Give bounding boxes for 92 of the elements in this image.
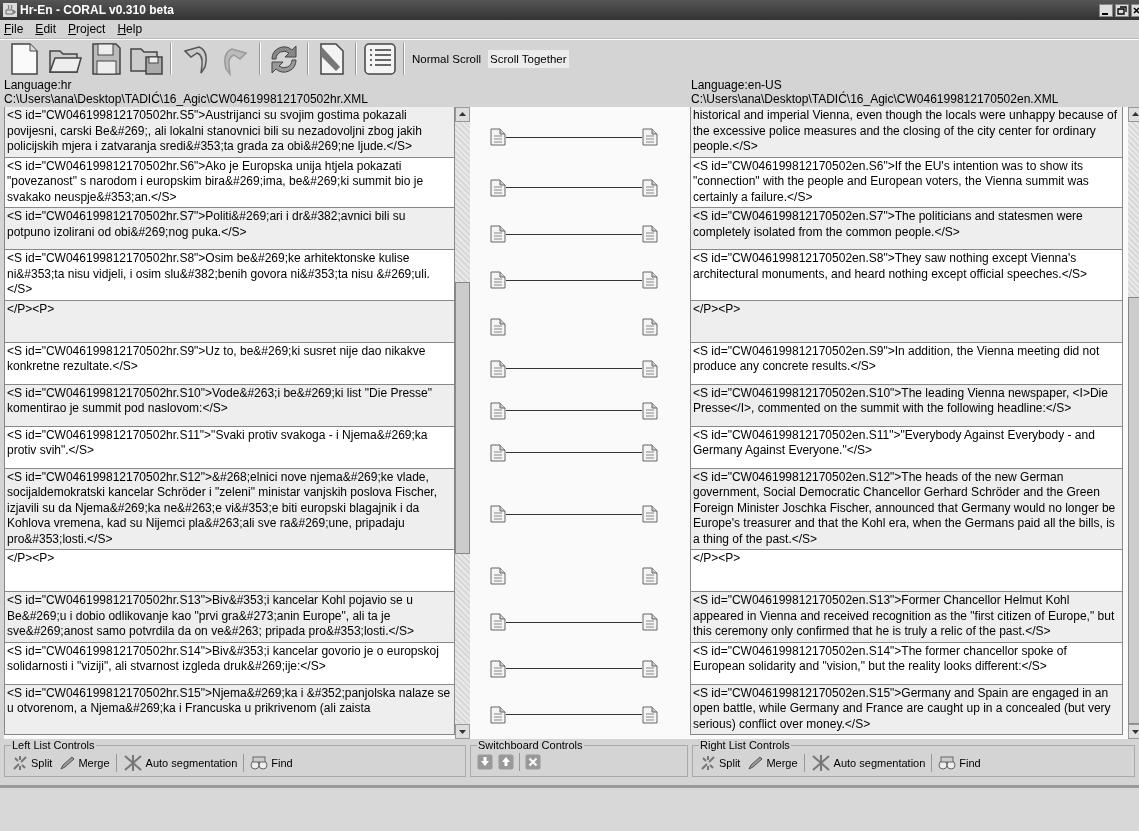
document-icon[interactable] — [642, 178, 658, 197]
document-icon[interactable] — [490, 505, 506, 524]
segment-cell[interactable]: </P><P> — [690, 300, 1123, 343]
scroll-down-icon[interactable] — [455, 724, 470, 739]
segment-cell[interactable]: <S id="CW046199812170502hr.S12">&#268;elnici nove njema&#269;ke vlade, socijaldemokratski kancelar Schröder i "zeleni" ministar vanjskih poslova Fischer, izjavili su da Njema&#269;ka ne&#263;e vi&#353;e biti europski blagajnik i da Kohlova vremena, kad su Nijemci pla&#263;ali sve ra&#269;une, pripadaju pro&#353;losti.</S> — [4, 468, 455, 550]
group-title: Switchboard Controls — [477, 739, 584, 751]
file-path: C:\Users\ana\Desktop\TADIĆ\16_Agic\CW046199812170502en.XML — [691, 92, 1059, 106]
menu-item[interactable]: Help — [117, 22, 143, 36]
document-icon[interactable] — [490, 613, 506, 632]
control-button[interactable]: Find — [249, 754, 294, 772]
segment-cell[interactable]: <S id="CW046199812170502hr.S9">Uz to, be&#269;ki susret nije dao nikakve konkretne rezultate.</S> — [4, 342, 455, 385]
segment-cell[interactable]: <S id="CW046199812170502en.S6">If the EU's intention was to show its "connection" with the people and European voters, the Vienna summit was certainly a failure.</S> — [690, 157, 1123, 208]
segment-cell[interactable]: <S id="CW046199812170502en.S10">The leading Vienna newspaper, <I>Die Presse</I>, commented on the summit with the following headline:</S> — [690, 384, 1123, 427]
segment-cell[interactable]: <S id="CW046199812170502hr.S5">Austrijanci su svojim gostima pokazali povijesni, carski Be&#269;, ali lokalni stanovnici bili su nezadovoljni zbog jakih policijskih mjera i zatvaranja sredi&#353;ta grada za obi&#269;ne ljude.</S> — [4, 107, 455, 158]
segment-cell[interactable]: <S id="CW046199812170502en.S14">The former chancellor spoke of European solidarity and "vision," but the reality looks different:</S> — [690, 642, 1123, 685]
document-icon[interactable] — [490, 178, 506, 197]
control-button[interactable]: Merge — [58, 754, 111, 772]
menu-item[interactable]: Edit — [35, 22, 57, 36]
scroll-mode-toggle[interactable]: Scroll Together — [488, 49, 569, 68]
split-icon — [12, 755, 28, 771]
document-icon[interactable] — [490, 567, 506, 585]
maximize-icon[interactable] — [1115, 3, 1129, 17]
segment-cell[interactable]: <S id="CW046199812170502en.S11">"Everybody Against Everybody - and Germany Against Everyone."</S> — [690, 426, 1123, 469]
document-icon[interactable] — [642, 443, 658, 462]
document-icon[interactable] — [642, 271, 658, 290]
document-icon[interactable] — [642, 128, 658, 147]
language-label: Language:en-US — [691, 78, 782, 92]
scroll-up-icon[interactable] — [455, 107, 470, 122]
document-icon[interactable] — [490, 705, 506, 724]
segment-cell[interactable]: </P><P> — [4, 550, 455, 592]
document-icon[interactable] — [490, 271, 506, 290]
window-title: Hr-En - CORAL v0.310 beta — [20, 3, 174, 17]
document-icon[interactable] — [642, 401, 658, 420]
document-icon[interactable] — [642, 705, 658, 724]
group-title: Left List Controls — [11, 739, 96, 751]
control-button[interactable]: Auto segmentation — [121, 753, 239, 773]
pencil-icon — [59, 755, 76, 771]
menu-item[interactable]: File — [4, 22, 24, 36]
document-icon[interactable] — [642, 505, 658, 524]
segment-cell[interactable]: <S id="CW046199812170502hr.S14">Biv&#353;i kancelar govorio je o europskoj solidarnosti i "viziji", ali stvarnost izgleda druk&#269;ije:</S> — [4, 642, 455, 685]
scroll-up-icon[interactable] — [1128, 107, 1139, 122]
segment-cell[interactable]: <S id="CW046199812170502en.S9">In addition, the Vienna meeting did not produce any concrete results.</S> — [690, 342, 1123, 385]
document-icon[interactable] — [490, 359, 506, 378]
segment-cell[interactable]: <S id="CW046199812170502hr.S8">Osim be&#269;ke arhitektonske kulise ni&#353;ta nisu vidjeli, i osim slu&#382;benih govora ni&#353;ta nisu &#269;uli.</S> — [4, 250, 455, 301]
segment-cell[interactable]: <S id="CW046199812170502en.S12">The heads of the new German government, Social Democratic Chancellor Gerhard Schröder and the Green Foreign Minister Joschka Fischer, announced that Germany would no longer be Europe's treasurer and that the Kohl era, when the Germans paid all the bills, is a thing of the past.</S> — [690, 468, 1123, 550]
scroll-mode-toggle[interactable]: Normal Scroll — [410, 49, 483, 68]
document-icon[interactable] — [490, 225, 506, 243]
binoculars-icon — [938, 755, 957, 771]
pencil-icon — [747, 755, 764, 771]
segment-cell[interactable]: <S id="CW046199812170502en.S13">Former Chancellor Helmut Kohl appeared in Vienna and received recognition as the "first citizen of Europe," but this ceremony only confirmed that he is truly a relic of the past.</S> — [690, 592, 1123, 643]
document-icon[interactable] — [642, 567, 658, 585]
scrollbar[interactable] — [1128, 107, 1139, 739]
segment-cell[interactable]: <S id="CW046199812170502hr.S13">Biv&#353;i kancelar Kohl pojavio se u Be&#269;u i dobio odlikovanje kao "prvi gra&#273;anin Europe", ali ta je sve&#269;anost samo potvrdila da on ve&#263; pripada pro&#353;losti.</S> — [4, 592, 455, 643]
document-icon[interactable] — [642, 317, 658, 336]
document-icon[interactable] — [642, 613, 658, 632]
scrollbar[interactable] — [455, 107, 470, 739]
segment-cell[interactable]: <S id="CW046199812170502hr.S10">Vode&#263;i be&#269;ki list "Die Presse" komentirao je summit pod naslovom:</S> — [4, 384, 455, 427]
segment-cell[interactable]: <S id="CW046199812170502hr.S15">Njema&#269;ka i &#352;panjolska nalaze se u otvorenom, a Njema&#269;ka i Francuska u prikrivenom (ali zaista — [4, 684, 455, 735]
segment-cell[interactable]: <S id="CW046199812170502hr.S11">"Svaki protiv svakoga - i Njema&#269;ka protiv svih".</S> — [4, 426, 455, 469]
document-icon[interactable] — [642, 659, 658, 678]
control-button[interactable]: Merge — [746, 754, 799, 772]
segment-cell[interactable]: <S id="CW046199812170502hr.S6">Ako je Europska unija htjela pokazati "povezanost" s narodom i europskim bira&#269;ima, be&#269;ki summit bio je svakako neuspje&#353;an.</S> — [4, 157, 455, 208]
document-icon[interactable] — [490, 443, 506, 462]
document-icon[interactable] — [490, 659, 506, 678]
close-icon[interactable] — [1131, 3, 1139, 17]
segment-cell[interactable]: <S id="CW046199812170502en.S8">They saw nothing except Vienna's architectural monuments, and heard nothing except official speeches.</S> — [690, 250, 1123, 301]
control-button[interactable]: Auto segmentation — [809, 753, 927, 773]
binoculars-icon — [250, 755, 269, 771]
segment-cell[interactable]: </P><P> — [690, 550, 1123, 592]
control-button[interactable]: Find — [937, 754, 982, 772]
control-button[interactable]: Split — [699, 754, 742, 772]
scroll-down-icon[interactable] — [1128, 724, 1139, 739]
segment-cell[interactable]: <S id="CW046199812170502en.S7">The politicians and statesmen were completely isolated from the common people.</S> — [690, 208, 1123, 250]
cup-icon — [3, 3, 17, 17]
language-label: Language:hr — [4, 78, 72, 92]
list-icon[interactable] — [362, 40, 398, 77]
document-icon[interactable] — [490, 317, 506, 336]
segment-cell[interactable]: historical and imperial Vienna, even though the locals were unhappy because of the excessive police measures and the closing of the city center for ordinary people.</S> — [690, 107, 1123, 158]
file-path: C:\Users\ana\Desktop\TADIĆ\16_Agic\CW046199812170502hr.XML — [4, 92, 369, 106]
document-icon[interactable] — [490, 128, 506, 147]
document-icon[interactable] — [642, 225, 658, 243]
document-icon[interactable] — [642, 359, 658, 378]
control-button[interactable]: Split — [11, 754, 54, 772]
remove-icon[interactable] — [525, 754, 541, 770]
segment-cell[interactable]: <S id="CW046199812170502en.S15">Germany and Spain are engaged in an open battle, while Germany and France are caught up in a concealed (but very serious) conflict over money.</S> — [690, 684, 1123, 735]
group-title: Right List Controls — [699, 739, 791, 751]
segment-cell[interactable]: </P><P> — [4, 300, 455, 343]
menu-item[interactable]: Project — [68, 22, 106, 36]
minimize-icon[interactable] — [1099, 3, 1113, 17]
segment-cell[interactable]: <S id="CW046199812170502hr.S7">Politi&#269;ari i dr&#382;avnici bili su potpuno izolirani od obi&#269;nog puka.</S> — [4, 208, 455, 250]
split-icon — [700, 755, 716, 771]
document-icon[interactable] — [490, 401, 506, 420]
